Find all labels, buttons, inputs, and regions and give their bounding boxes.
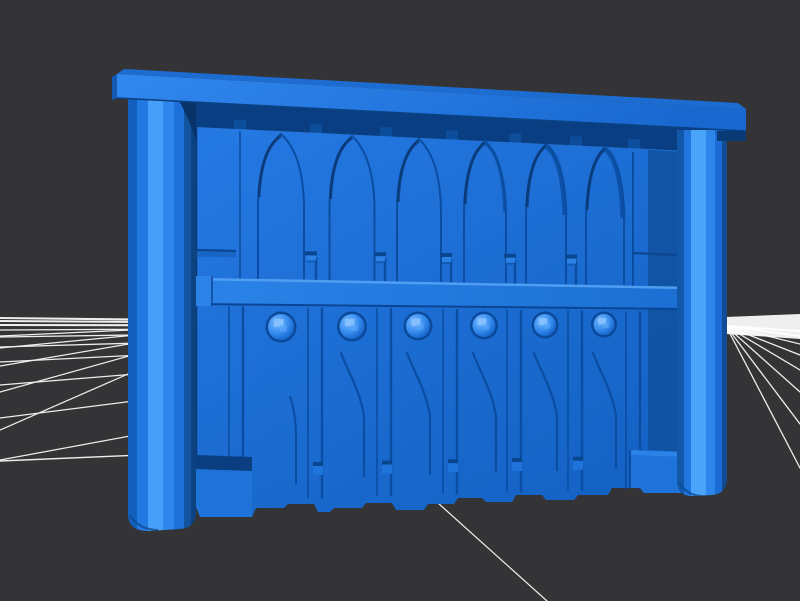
3d-viewport[interactable] — [0, 0, 800, 601]
left-plinth — [196, 455, 252, 517]
left-column — [128, 94, 197, 601]
right-plinth — [630, 450, 683, 493]
scene-canvas — [0, 0, 800, 601]
